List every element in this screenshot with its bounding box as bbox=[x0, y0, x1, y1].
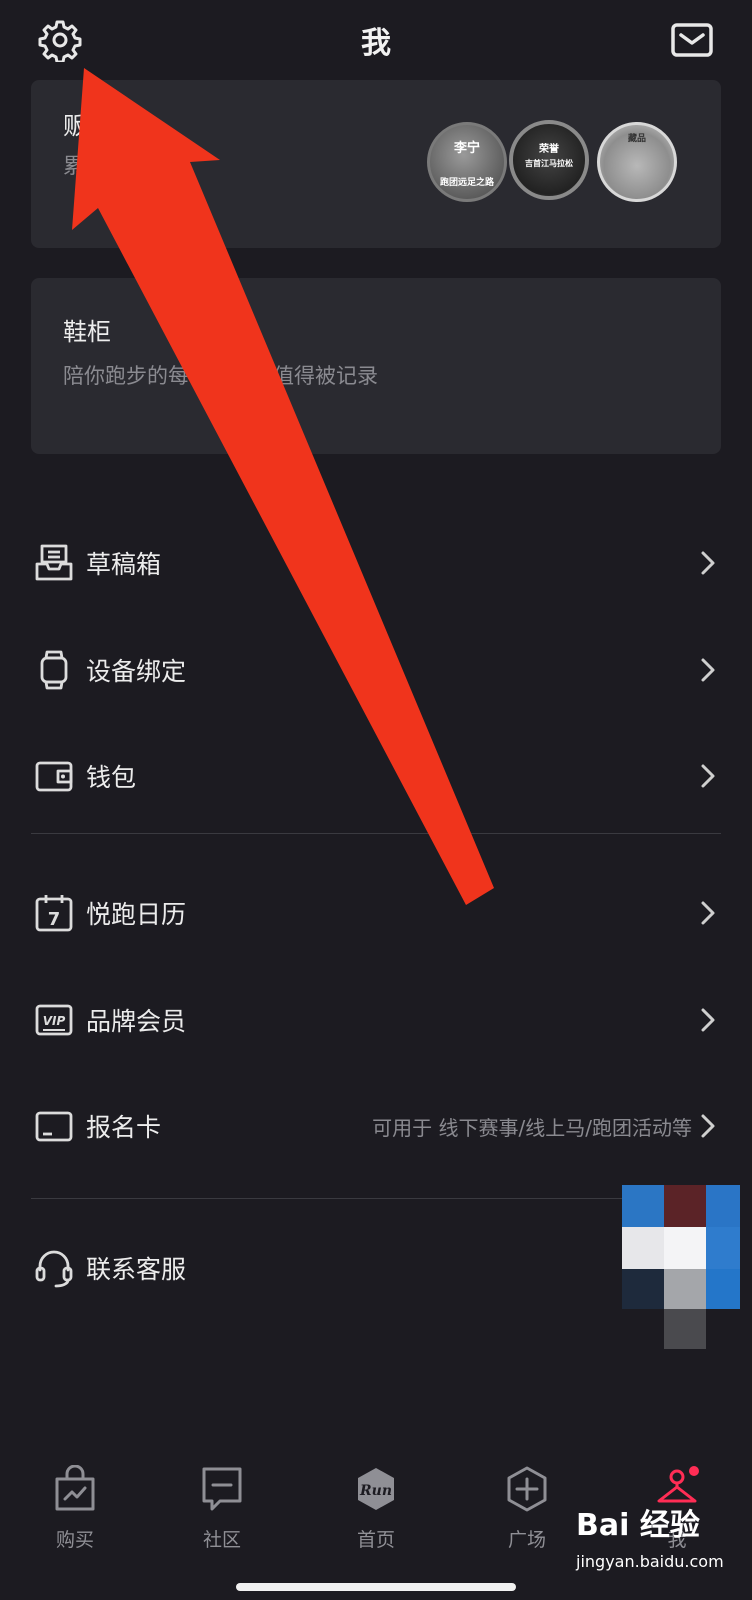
section-divider bbox=[31, 833, 721, 834]
tab-home[interactable]: Run 首页 bbox=[326, 1465, 426, 1552]
plus-octagon-icon bbox=[507, 1466, 547, 1512]
wallet-label: 钱包 bbox=[86, 763, 137, 792]
tab-plaza[interactable]: 广场 bbox=[477, 1465, 577, 1552]
medal-1-label: 跑团远足之路 bbox=[439, 178, 494, 188]
running-calendar-label: 悦跑日历 bbox=[86, 900, 187, 929]
menu-item-running-calendar[interactable]: 7 悦跑日历 bbox=[0, 873, 752, 953]
chevron-right-icon bbox=[701, 764, 715, 788]
brand-membership-label: 品牌会员 bbox=[86, 1007, 187, 1036]
tab-buy[interactable]: 购买 bbox=[25, 1465, 125, 1552]
menu-item-device-binding[interactable]: 设备绑定 bbox=[0, 630, 752, 710]
menu-item-signup-card[interactable]: 报名卡 可用于 线下赛事/线上马/跑团活动等 bbox=[0, 1086, 752, 1166]
signup-card-icon bbox=[35, 1111, 73, 1142]
medal-3-top-text: 藏品 bbox=[627, 134, 646, 144]
drafts-label: 草稿箱 bbox=[86, 550, 162, 579]
customer-service-label: 联系客服 bbox=[86, 1255, 187, 1284]
home-indicator[interactable] bbox=[236, 1583, 516, 1591]
vip-card-icon: VIP bbox=[35, 1004, 73, 1036]
calendar-day-text: 7 bbox=[48, 909, 61, 930]
watermark-url: jingyan.baidu.com bbox=[576, 1552, 724, 1571]
page-title: 我 bbox=[361, 26, 391, 61]
pixelated-floating-widget[interactable] bbox=[622, 1185, 742, 1350]
chat-bubble-icon bbox=[202, 1467, 242, 1511]
drafts-inbox-icon bbox=[35, 544, 73, 581]
chevron-right-icon bbox=[701, 1008, 715, 1032]
menu-item-wallet[interactable]: 钱包 bbox=[0, 736, 752, 816]
signup-card-hint: 可用于 线下赛事/线上马/跑团活动等 bbox=[372, 1116, 692, 1140]
shoe-cabinet-subtitle: 陪你跑步的每一双鞋都值得被记录 bbox=[63, 364, 378, 388]
tab-buy-label: 购买 bbox=[55, 1529, 94, 1551]
mail-icon[interactable] bbox=[670, 18, 714, 62]
medal-1-top-text: 李宁 bbox=[453, 141, 480, 156]
medal-badge-3[interactable]: 藏品 bbox=[597, 122, 677, 202]
tab-plaza-label: 广场 bbox=[507, 1529, 546, 1551]
medal-badge-2[interactable]: 荣誉 吉首江马拉松 bbox=[509, 120, 589, 200]
device-binding-label: 设备绑定 bbox=[86, 657, 187, 686]
assets-card-subtitle: 累 bbox=[63, 154, 84, 178]
notification-dot bbox=[689, 1466, 699, 1476]
chevron-right-icon bbox=[701, 1114, 715, 1138]
tab-community-label: 社区 bbox=[202, 1529, 241, 1551]
headset-icon bbox=[35, 1250, 73, 1288]
tab-community[interactable]: 社区 bbox=[172, 1465, 272, 1552]
menu-item-drafts[interactable]: 草稿箱 bbox=[0, 523, 752, 603]
shoe-cabinet-card[interactable]: 鞋柜 陪你跑步的每一双鞋都值得被记录 bbox=[31, 278, 721, 454]
run-logo-icon: Run bbox=[358, 1468, 394, 1510]
watermark-brand: Bai 经验 bbox=[576, 1508, 700, 1543]
shoe-cabinet-title: 鞋柜 bbox=[63, 318, 111, 346]
medal-2-label: 吉首江马拉松 bbox=[525, 159, 573, 168]
assets-card[interactable]: 贩 累 李宁 跑团远足之路 荣誉 吉首江马拉松 藏品 bbox=[31, 80, 721, 248]
smartwatch-icon bbox=[40, 650, 68, 690]
baidu-jingyan-watermark: Bai 经验 jingyan.baidu.com bbox=[576, 1500, 746, 1586]
chevron-right-icon bbox=[701, 658, 715, 682]
shopping-bag-icon bbox=[55, 1465, 95, 1511]
section-divider bbox=[31, 1198, 721, 1199]
medal-badge-1[interactable]: 李宁 跑团远足之路 bbox=[427, 122, 507, 202]
run-logo-text: Run bbox=[359, 1483, 392, 1499]
top-bar: 我 bbox=[0, 0, 752, 80]
vip-badge-text: VIP bbox=[43, 1014, 66, 1028]
tab-home-label: 首页 bbox=[356, 1529, 395, 1551]
medal-2-top-text: 荣誉 bbox=[539, 144, 559, 155]
menu-item-brand-membership[interactable]: VIP 品牌会员 bbox=[0, 980, 752, 1060]
calendar-icon: 7 bbox=[35, 895, 73, 932]
chevron-right-icon bbox=[701, 551, 715, 575]
wallet-icon bbox=[35, 761, 73, 792]
chevron-right-icon bbox=[701, 901, 715, 925]
signup-card-label: 报名卡 bbox=[86, 1113, 162, 1142]
assets-card-title: 贩 bbox=[63, 112, 87, 140]
